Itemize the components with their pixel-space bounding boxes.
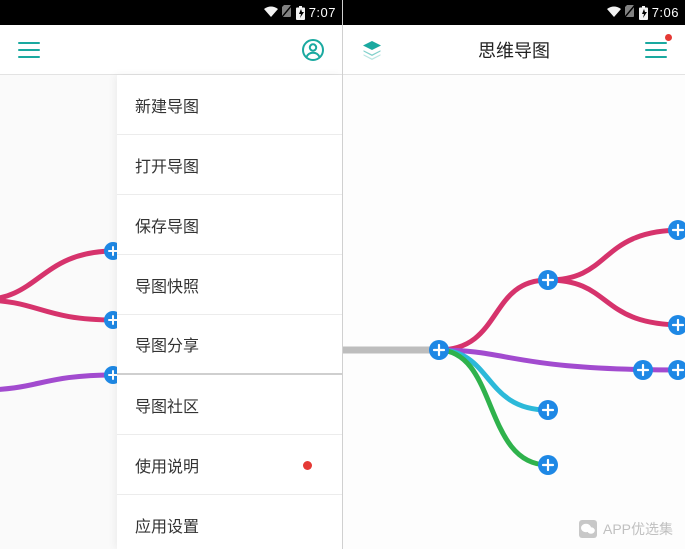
wifi-icon bbox=[607, 6, 621, 20]
menu-item-label: 导图快照 bbox=[135, 273, 199, 297]
layers-icon[interactable] bbox=[357, 35, 387, 65]
notification-dot-icon bbox=[303, 461, 312, 470]
menu-item-label: 使用说明 bbox=[135, 453, 199, 477]
status-bar: 7:06 bbox=[343, 0, 685, 25]
menu-item-0[interactable]: 新建导图 bbox=[117, 75, 342, 135]
menu-item-5[interactable]: 导图社区 bbox=[117, 375, 342, 435]
menu-item-label: 导图分享 bbox=[135, 332, 199, 356]
toolbar: 思维导图 bbox=[343, 25, 685, 75]
menu-item-label: 应用设置 bbox=[135, 513, 199, 537]
menu-item-label: 导图社区 bbox=[135, 393, 199, 417]
menu-item-label: 保存导图 bbox=[135, 213, 199, 237]
add-node-icon bbox=[538, 270, 558, 290]
status-bar: 7:07 bbox=[0, 0, 342, 25]
phone-right: 7:06 思维导图 bbox=[342, 0, 685, 549]
toolbar bbox=[0, 25, 342, 75]
phone-left: 7:07 bbox=[0, 0, 342, 549]
add-node-icon bbox=[538, 455, 558, 475]
menu-item-1[interactable]: 打开导图 bbox=[117, 135, 342, 195]
status-time: 7:06 bbox=[652, 5, 679, 20]
add-node-icon bbox=[538, 400, 558, 420]
notification-dot-icon bbox=[665, 34, 672, 41]
menu-item-7[interactable]: 应用设置 bbox=[117, 495, 342, 549]
battery-icon bbox=[639, 6, 648, 20]
wechat-icon bbox=[579, 520, 597, 538]
page-title: 思维导图 bbox=[343, 37, 685, 63]
user-icon[interactable] bbox=[298, 35, 328, 65]
menu-item-3[interactable]: 导图快照 bbox=[117, 255, 342, 315]
menu-item-label: 新建导图 bbox=[135, 93, 199, 117]
status-time: 7:07 bbox=[309, 5, 336, 20]
add-node-icon bbox=[429, 340, 449, 360]
add-node-icon bbox=[668, 315, 685, 335]
wifi-icon bbox=[264, 6, 278, 20]
menu-panel: 新建导图打开导图保存导图导图快照导图分享导图社区使用说明应用设置 bbox=[117, 75, 342, 549]
watermark-text: APP优选集 bbox=[603, 519, 673, 539]
nosim-icon bbox=[282, 5, 292, 20]
mindmap-canvas[interactable] bbox=[343, 75, 685, 549]
menu-item-2[interactable]: 保存导图 bbox=[117, 195, 342, 255]
hamburger-icon[interactable] bbox=[14, 35, 44, 65]
menu-item-6[interactable]: 使用说明 bbox=[117, 435, 342, 495]
menu-item-label: 打开导图 bbox=[135, 153, 199, 177]
battery-icon bbox=[296, 6, 305, 20]
add-node-icon bbox=[633, 360, 653, 380]
menu-item-4[interactable]: 导图分享 bbox=[117, 315, 342, 375]
nosim-icon bbox=[625, 5, 635, 20]
watermark: APP优选集 bbox=[579, 519, 673, 539]
add-node-icon bbox=[668, 220, 685, 240]
add-node-icon bbox=[668, 360, 685, 380]
hamburger-icon[interactable] bbox=[641, 35, 671, 65]
node-group bbox=[429, 220, 685, 475]
